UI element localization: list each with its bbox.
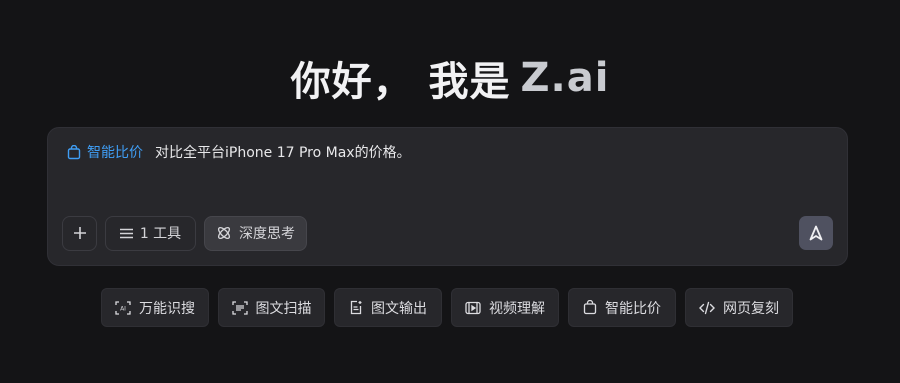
shortcut-chip[interactable]: AI 万能识搜 bbox=[101, 288, 209, 327]
shortcut-chip[interactable]: 网页复刻 bbox=[685, 288, 793, 327]
shortcut-label: 图文扫描 bbox=[255, 300, 312, 317]
shortcut-label: 智能比价 bbox=[605, 300, 661, 317]
brand-name: Z.ai bbox=[520, 55, 610, 101]
page-title: 你好， 我是 Z.ai bbox=[0, 50, 900, 106]
list-icon bbox=[119, 228, 133, 238]
mode-tag[interactable]: 智能比价 bbox=[67, 142, 143, 162]
add-attachment-button[interactable] bbox=[62, 215, 97, 251]
prompt-row[interactable]: 智能比价 对比全平台iPhone 17 Pro Max的价格。 bbox=[67, 142, 411, 162]
svg-text:AI: AI bbox=[120, 305, 126, 312]
shortcut-chip[interactable]: 智能比价 bbox=[568, 288, 676, 327]
chat-composer[interactable]: 智能比价 对比全平台iPhone 17 Pro Max的价格。 1 工具 深度思… bbox=[47, 127, 848, 266]
deep-think-toggle[interactable]: 深度思考 bbox=[204, 215, 307, 251]
film-icon bbox=[465, 301, 481, 314]
composer-toolbar: 1 工具 深度思考 bbox=[62, 215, 315, 251]
atom-icon bbox=[217, 226, 231, 240]
shortcut-chip[interactable]: 图文输出 bbox=[334, 288, 442, 327]
send-arrow-icon bbox=[809, 225, 823, 241]
greeting-text: 你好， 我是 bbox=[290, 59, 511, 105]
doc-sparkle-icon bbox=[350, 300, 362, 315]
shortcut-label: 万能识搜 bbox=[139, 300, 195, 317]
tools-button[interactable]: 1 工具 bbox=[105, 215, 196, 251]
shopping-bag-icon bbox=[67, 144, 81, 159]
shopping-bag-icon bbox=[583, 300, 597, 315]
mode-tag-label: 智能比价 bbox=[87, 145, 143, 161]
shortcut-label: 图文输出 bbox=[371, 300, 427, 317]
shortcut-bar: AI 万能识搜 图文扫描 图文输出 视频理解 智能比价 网页复刻 bbox=[101, 288, 793, 327]
ai-scan-icon: AI bbox=[115, 300, 131, 315]
code-icon bbox=[699, 301, 715, 314]
send-button[interactable] bbox=[799, 216, 833, 250]
tools-label: 1 工具 bbox=[139, 226, 182, 242]
scan-frame-icon bbox=[231, 300, 248, 315]
shortcut-label: 视频理解 bbox=[489, 300, 545, 317]
shortcut-chip[interactable]: 视频理解 bbox=[451, 288, 559, 327]
shortcut-chip[interactable]: 图文扫描 bbox=[218, 288, 325, 327]
plus-icon bbox=[73, 227, 86, 239]
shortcut-label: 网页复刻 bbox=[723, 300, 779, 317]
prompt-input[interactable]: 对比全平台iPhone 17 Pro Max的价格。 bbox=[155, 142, 411, 162]
deep-think-label: 深度思考 bbox=[239, 226, 295, 242]
page: 你好， 我是 Z.ai 智能比价 对比全平台iPhone 17 Pro Max的… bbox=[0, 0, 900, 383]
